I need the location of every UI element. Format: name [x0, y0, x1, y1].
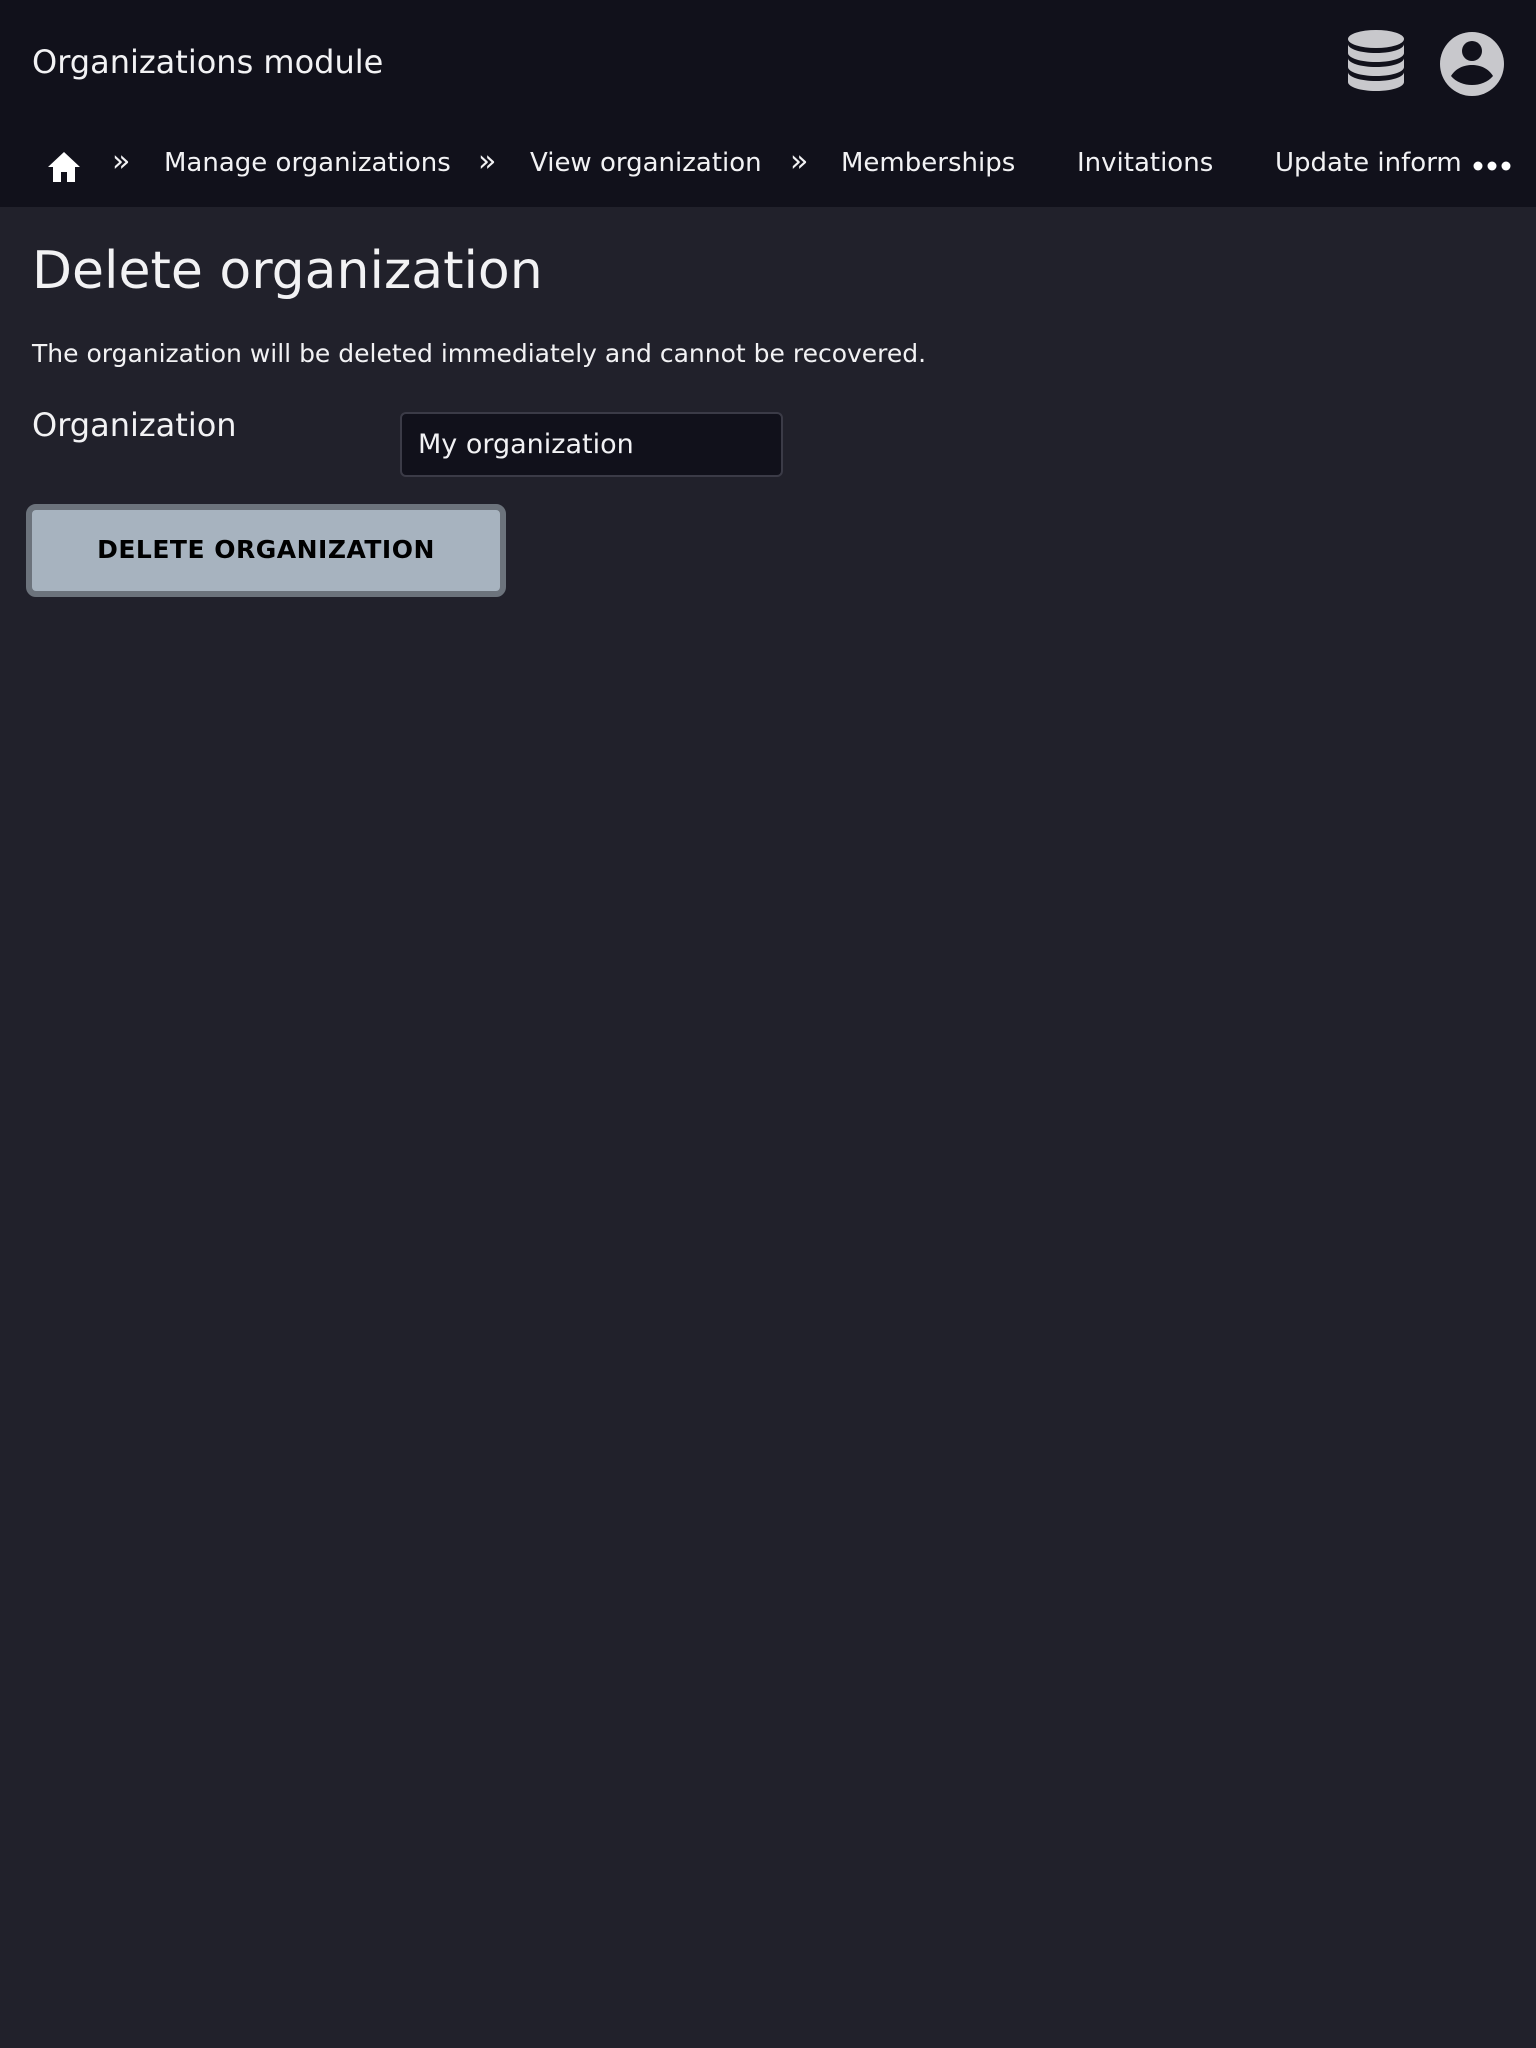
database-icon: [1348, 30, 1404, 91]
delete-warning-text: The organization will be deleted immedia…: [32, 339, 927, 368]
breadcrumb-separator: »: [478, 144, 497, 179]
breadcrumb: » Manage organizations » View organizati…: [0, 130, 1536, 200]
more-horizontal-icon: [1473, 161, 1511, 171]
user-account-button[interactable]: [1438, 30, 1506, 98]
home-icon: [48, 152, 80, 182]
app-title: Organizations module: [32, 43, 384, 81]
database-button[interactable]: [1344, 28, 1408, 100]
page-title: Delete organization: [32, 241, 543, 301]
breadcrumb-separator: »: [112, 144, 131, 179]
organization-input[interactable]: [400, 412, 783, 477]
delete-organization-button[interactable]: DELETE ORGANIZATION: [26, 504, 506, 597]
breadcrumb-separator: »: [790, 144, 809, 179]
breadcrumb-overflow-button[interactable]: [1472, 154, 1512, 178]
breadcrumb-home[interactable]: [46, 150, 82, 184]
breadcrumb-manage-organizations[interactable]: Manage organizations: [164, 146, 451, 180]
breadcrumb-view-organization[interactable]: View organization: [530, 146, 762, 180]
user-account-icon: [1440, 32, 1504, 96]
tab-invitations[interactable]: Invitations: [1077, 146, 1213, 180]
tab-memberships[interactable]: Memberships: [841, 146, 1015, 180]
organization-field-label: Organization: [32, 406, 237, 444]
tab-update-information[interactable]: Update inform: [1275, 146, 1462, 180]
top-bar: Organizations module » Manage organizati…: [0, 0, 1536, 207]
